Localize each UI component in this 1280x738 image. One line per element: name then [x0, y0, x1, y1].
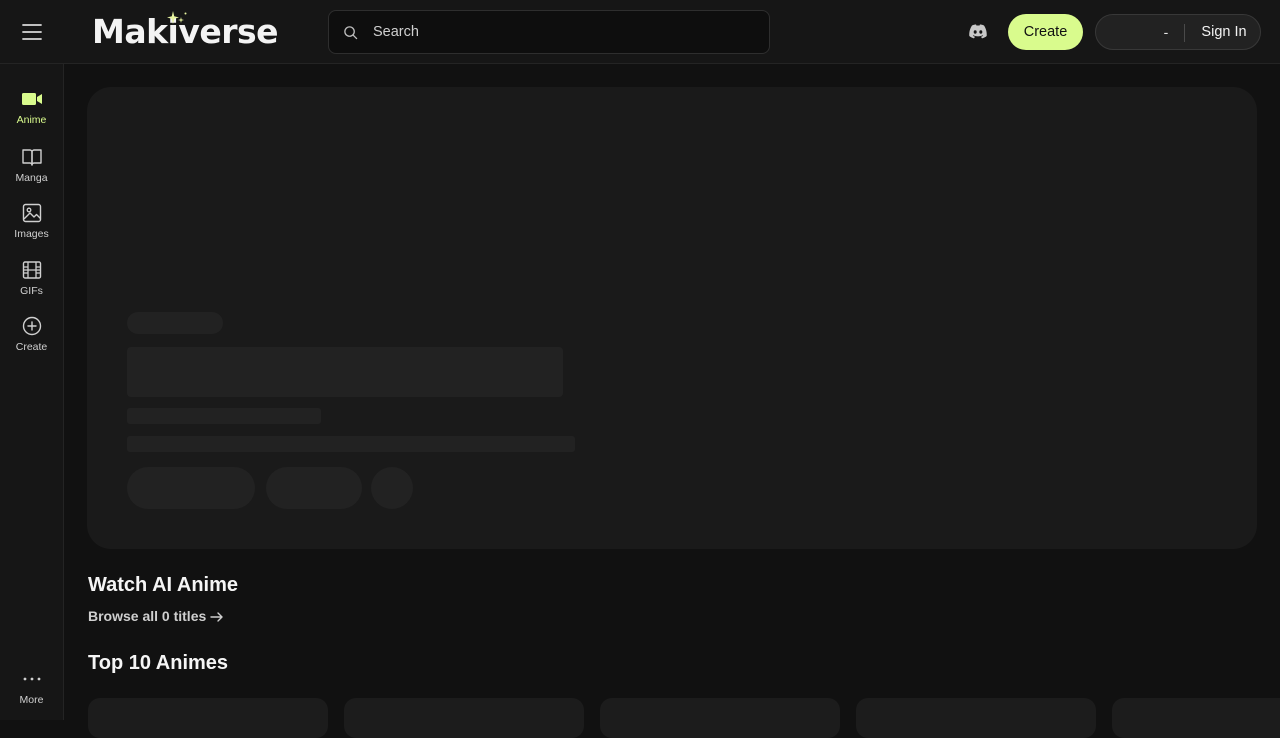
video-camera-icon — [22, 93, 42, 105]
hero-banner-skeleton — [87, 87, 1257, 549]
sidebar-item-gifs[interactable]: GIFs — [0, 259, 63, 309]
sidebar-item-label: Anime — [16, 114, 47, 126]
anime-card-skeleton[interactable] — [344, 698, 584, 738]
skeleton-badge — [127, 312, 223, 334]
skeleton-title — [127, 347, 563, 397]
account-pill[interactable]: - Sign In — [1095, 14, 1261, 50]
anime-card-skeleton[interactable] — [600, 698, 840, 738]
section-title-top10: Top 10 Animes — [88, 652, 229, 674]
anime-card-skeleton[interactable] — [88, 698, 328, 738]
sidebar-item-manga[interactable]: Manga — [0, 146, 63, 196]
skeleton-button — [127, 467, 255, 509]
search-icon — [344, 26, 358, 40]
skeleton-button — [266, 467, 362, 509]
anime-card-skeleton[interactable] — [1112, 698, 1280, 738]
film-icon — [22, 261, 42, 279]
credit-balance: - — [1163, 24, 1169, 40]
browse-all-link[interactable]: Browse all 0 titles — [88, 607, 224, 627]
sign-in-button[interactable]: Sign In — [1192, 15, 1256, 49]
sidebar-item-label: Images — [14, 228, 49, 240]
sidebar-item-label: Manga — [15, 172, 48, 184]
arrow-right-icon — [210, 612, 223, 622]
anime-card-skeleton[interactable] — [856, 698, 1096, 738]
divider — [1184, 24, 1185, 42]
more-dots-icon — [23, 677, 41, 681]
sidebar-item-images[interactable]: Images — [0, 202, 63, 252]
search-box[interactable] — [328, 10, 770, 54]
discord-icon[interactable] — [968, 24, 988, 40]
browse-all-label: Browse all 0 titles — [88, 608, 207, 624]
section-title-watch: Watch AI Anime — [88, 574, 239, 596]
book-open-icon — [22, 149, 42, 166]
image-icon — [22, 203, 42, 223]
sidebar-item-anime[interactable]: Anime — [0, 88, 63, 138]
sidebar-item-label: More — [19, 694, 44, 706]
sidebar: Anime Manga Images GIFs Create More — [0, 64, 64, 720]
skeleton-meta — [127, 408, 321, 424]
hamburger-menu-icon[interactable] — [20, 20, 44, 44]
sidebar-item-label: Create — [15, 341, 48, 353]
sidebar-item-label: GIFs — [20, 285, 43, 297]
skeleton-icon-button — [371, 467, 413, 509]
skeleton-description — [127, 436, 575, 452]
top-bar: Makiverse Create - Sign In — [0, 0, 1280, 64]
sidebar-item-more[interactable]: More — [0, 668, 63, 718]
plus-circle-icon — [22, 316, 42, 336]
sparkle-icon — [167, 11, 187, 24]
create-button[interactable]: Create — [1008, 14, 1083, 50]
sidebar-item-create[interactable]: Create — [0, 315, 63, 365]
search-input[interactable] — [373, 11, 753, 53]
